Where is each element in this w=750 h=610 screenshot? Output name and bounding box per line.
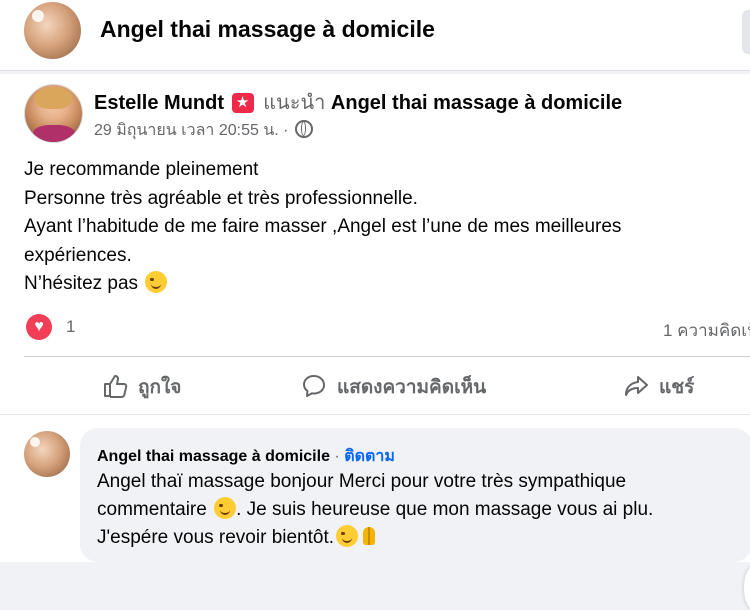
scroll-button[interactable]	[744, 566, 750, 610]
thumbs-up-icon	[102, 373, 128, 399]
recommend-star-icon: ★	[231, 93, 254, 113]
comment-bubble-icon	[301, 373, 327, 399]
comment-line: commentaire	[97, 499, 207, 520]
avatar-shirt	[33, 125, 75, 142]
comment-line-with-emoji: J'espére vous revoir bientôt.	[97, 524, 737, 552]
author-avatar[interactable]	[24, 84, 83, 143]
post-line: Ayant l’habitude de me faire masser ,Ang…	[24, 216, 622, 237]
post-line-with-emoji: N’hésitez pas	[24, 270, 724, 299]
comment-author-avatar[interactable]	[24, 431, 70, 477]
smiling-emoji-icon	[214, 497, 237, 519]
flower-icon	[30, 437, 40, 447]
comment-line: . Je suis heureuse que mon massage vous …	[236, 499, 654, 520]
comment-label: แสดงความคิดเห็น	[337, 377, 487, 398]
comment-line: Angel thaï massage bonjour Merci pour vo…	[97, 471, 627, 492]
share-button[interactable]: แชร์	[623, 372, 694, 402]
recommended-page-link[interactable]: Angel thai massage à domicile	[331, 92, 622, 114]
recommendation-post: Estelle Mundt ★ แนะนำ Angel thai massage…	[0, 74, 750, 610]
post-timestamp[interactable]: 29 มิถุนายน เวลา 20:55 น.	[94, 122, 279, 139]
comment-separator: ·	[334, 448, 340, 465]
post-line: Je recommande pleinement	[24, 159, 259, 180]
smile-emoji-icon	[336, 525, 359, 547]
reaction-count: 1	[66, 317, 76, 336]
recommends-label: แนะนำ	[263, 92, 326, 114]
wink-emoji-icon	[145, 271, 168, 293]
like-label: ถูกใจ	[138, 377, 182, 398]
meta-separator: ·	[283, 122, 289, 139]
divider	[24, 356, 750, 357]
page-header: Angel thai massage à domicile	[0, 0, 750, 71]
folded-hands-icon	[358, 525, 380, 547]
comment-count[interactable]: 1 ความคิดเห็น	[663, 317, 750, 344]
follow-link[interactable]: ติดตาม	[344, 448, 395, 465]
love-reaction-icon: ♥	[26, 314, 52, 340]
globe-icon[interactable]	[294, 120, 313, 138]
action-bar: ถูกใจ แสดงความคิดเห็น แชร์	[0, 364, 750, 410]
post-line: expériences.	[24, 244, 132, 266]
author-name[interactable]: Estelle Mundt	[94, 92, 224, 114]
post-line: Personne très agréable et très professio…	[24, 187, 418, 209]
post-header: Estelle Mundt ★ แนะนำ Angel thai massage…	[94, 86, 622, 118]
like-button[interactable]: ถูกใจ	[102, 372, 181, 402]
divider	[0, 414, 750, 415]
share-arrow-icon	[623, 373, 649, 399]
post-line: N’hésitez pas	[24, 273, 139, 294]
flower-icon	[32, 10, 44, 22]
header-menu-button[interactable]	[742, 10, 750, 54]
comment-line: J'espére vous revoir bientôt.	[97, 527, 335, 548]
comment-bubble: Angel thai massage à domicile · ติดตาม A…	[80, 428, 750, 562]
comment-button[interactable]: แสดงความคิดเห็น	[301, 372, 486, 402]
comment-line-with-emoji: commentaire . Je suis heureuse que mon m…	[97, 496, 737, 524]
post-meta: 29 มิถุนายน เวลา 20:55 น. ·	[94, 118, 313, 143]
page-avatar[interactable]	[24, 2, 81, 59]
comment-text: Angel thaï massage bonjour Merci pour vo…	[97, 468, 737, 552]
share-label: แชร์	[659, 377, 695, 398]
post-body: Je recommande pleinement Personne très a…	[24, 156, 724, 299]
page-title[interactable]: Angel thai massage à domicile	[100, 16, 435, 43]
comment-author-line: Angel thai massage à domicile · ติดตาม	[97, 444, 395, 469]
comment-author-name[interactable]: Angel thai massage à domicile	[97, 448, 330, 465]
avatar-hair	[35, 87, 72, 109]
